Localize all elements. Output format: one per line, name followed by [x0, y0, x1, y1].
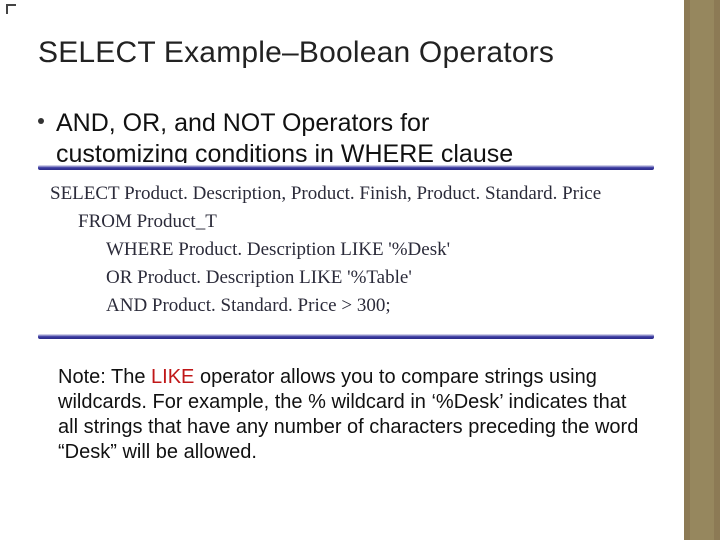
slide-body: SELECT Example–Boolean Operators AND, OR… [0, 0, 684, 540]
side-accent-stripe [684, 0, 720, 540]
panel-bottom-bar [38, 334, 654, 339]
bullet-line-1: AND, OR, and NOT Operators for [56, 109, 429, 137]
note-paragraph: Note: The LIKE operator allows you to co… [38, 365, 654, 465]
bullet-item: AND, OR, and NOT Operators for customizi… [38, 108, 654, 169]
slide-title: SELECT Example–Boolean Operators [38, 36, 654, 70]
sql-code-panel: SELECT Product. Description, Product. Fi… [38, 163, 654, 341]
note-prefix: Note: The [58, 366, 151, 388]
panel-top-bar [38, 165, 654, 170]
code-line-and: AND Product. Standard. Price > 300; [50, 295, 646, 317]
bullet-dot-icon [38, 118, 44, 124]
code-line-or: OR Product. Description LIKE '%Table' [50, 267, 646, 289]
note-like-keyword: LIKE [151, 366, 194, 388]
code-line-from: FROM Product_T [50, 211, 646, 233]
side-accent-inner [690, 0, 714, 540]
code-line-where: WHERE Product. Description LIKE '%Desk' [50, 239, 646, 261]
code-line-select: SELECT Product. Description, Product. Fi… [50, 183, 646, 205]
